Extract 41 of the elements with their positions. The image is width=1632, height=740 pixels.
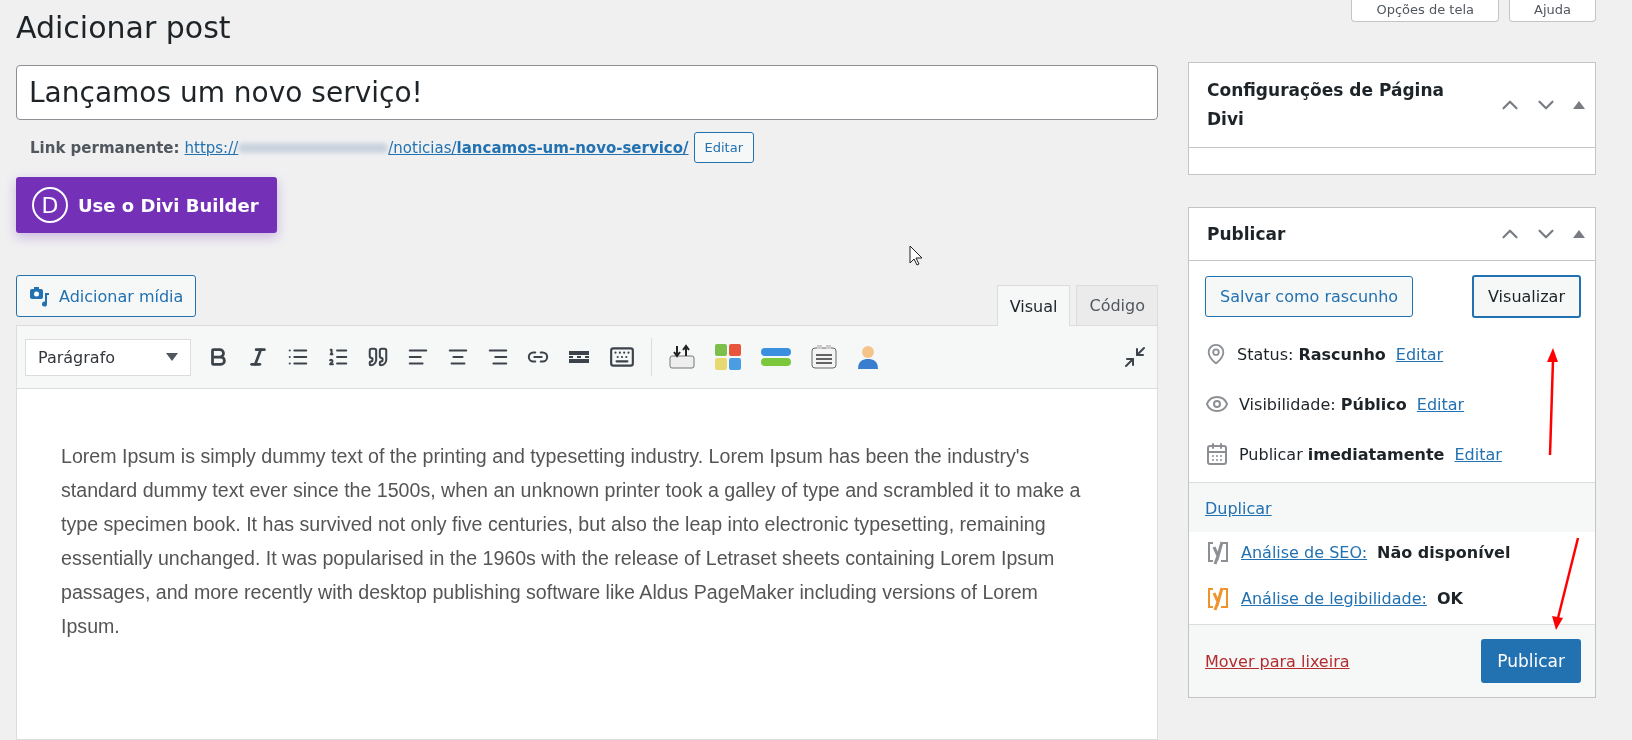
post-title-field[interactable]: Lançamos um novo serviço!	[16, 65, 1158, 120]
panel-title: Publicar	[1207, 222, 1287, 246]
analysis-link[interactable]: Análise de SEO:	[1241, 542, 1368, 562]
publish-meta-text: Status: Rascunho	[1237, 344, 1386, 364]
editor-tab[interactable]: Visual	[996, 285, 1071, 326]
preview-button[interactable]: Visualizar	[1472, 275, 1581, 318]
page-title: Adicionar post	[16, 10, 232, 45]
publish-button[interactable]: Publicar	[1481, 639, 1581, 683]
analysis-value: OK	[1436, 588, 1463, 608]
panel-title: Configurações de Página Divi	[1207, 79, 1445, 131]
camera-music-icon	[29, 285, 51, 307]
insert-shortcode-button[interactable]	[666, 342, 698, 372]
analysis-link[interactable]: Análise de legibilidade:	[1241, 588, 1427, 608]
analysis-value: Não disponível	[1377, 542, 1511, 562]
grid-blocks-button[interactable]	[712, 341, 744, 373]
calendar-icon	[1205, 442, 1229, 466]
editor-tab[interactable]: Código	[1076, 285, 1158, 325]
save-draft-button[interactable]: Salvar como rascunho	[1205, 276, 1414, 317]
permalink-label: Link permanente:	[30, 138, 180, 157]
add-media-button[interactable]: Adicionar mídia	[16, 275, 197, 317]
edit-link[interactable]: Editar	[1395, 344, 1444, 364]
permalink-link[interactable]: https:// /noticias/lancamos-um-novo-servico/	[184, 138, 689, 157]
edit-link[interactable]: Editar	[1454, 444, 1502, 464]
caret-icon	[166, 353, 178, 361]
collapse-icon[interactable]	[1573, 101, 1585, 109]
screen-tab-button[interactable]: Ajuda	[1509, 0, 1596, 22]
publish-meta-text: Publicar imediatamente	[1239, 444, 1445, 464]
editor-area[interactable]	[16, 325, 1158, 740]
collapse-icon[interactable]	[1573, 230, 1585, 238]
mouse-cursor-icon	[909, 245, 923, 266]
pin-icon	[1205, 343, 1227, 365]
trash-link[interactable]: Mover para lixeira	[1205, 651, 1350, 671]
format-select[interactable]: Parágrafo	[25, 338, 191, 376]
edit-link[interactable]: Editar	[1416, 394, 1465, 414]
note-box-button[interactable]	[808, 342, 840, 372]
edit-permalink-button[interactable]: Editar	[693, 132, 755, 163]
publish-meta-text: Visibilidade: Público	[1239, 394, 1407, 414]
screen-tab-button[interactable]: Opções de tela	[1351, 0, 1500, 22]
post-content-text: Lorem Ipsum is simply dummy text of the printing and typesetting industry. Lorem Ipsum has been the industry's standard dummy text ever since the 1500s, when an unknown printer took a galley of type and scrambled it to make a type specimen book. It has survived not only five centuries, but also the leap into electronic typesetting, remaining essentially unchanged. It was popularised in the 1960s with the release of Letraset sheets containing Lorem Ipsum passages, and more recently with desktop publishing software like Aldus PageMaker including versions of Lorem Ipsum.	[61, 444, 1082, 639]
divi-logo-icon: D	[32, 187, 68, 223]
divi-builder-button[interactable]: D Use o Divi Builder	[16, 177, 277, 233]
